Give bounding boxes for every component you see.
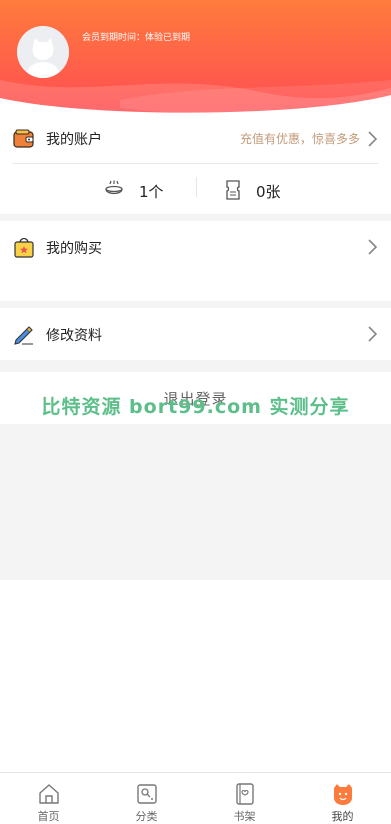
- tab-mine[interactable]: 我的: [294, 773, 391, 824]
- coin-bowl-icon: [105, 180, 123, 195]
- tickets-value: 0张: [256, 183, 281, 201]
- profile-cat-icon: [334, 784, 352, 805]
- my-account-row[interactable]: 我的账户 充值有优惠，惊喜多多: [0, 118, 391, 162]
- section-gap: [0, 301, 391, 308]
- member-expiry-text: 会员到期时间：体验已到期: [82, 33, 191, 43]
- my-account-label: 我的账户: [46, 132, 102, 148]
- shopping-bag-icon: [14, 237, 34, 258]
- bookshelf-icon: [236, 783, 254, 805]
- chevron-right-icon: [368, 326, 378, 342]
- tab-category[interactable]: 分类: [98, 773, 195, 824]
- home-icon: [39, 784, 59, 804]
- coins-value: 1个: [139, 183, 164, 201]
- assets-separator: [196, 177, 197, 197]
- tab-home-label: 首页: [37, 810, 60, 823]
- watermark-text: 比特资源 bort99.com 实测分享: [41, 396, 350, 418]
- tab-mine-label: 我的: [331, 810, 354, 823]
- profile-header: 会员到期时间：体验已到期: [0, 0, 391, 118]
- assets-summary: 1个 0张: [0, 164, 391, 214]
- recharge-promo-text: 充值有优惠，惊喜多多: [239, 132, 360, 146]
- my-purchases-label: 我的购买: [46, 241, 102, 257]
- chevron-right-icon: [368, 239, 378, 255]
- edit-profile-row[interactable]: 修改资料: [0, 308, 391, 360]
- category-icon: [137, 784, 157, 804]
- chevron-right-icon: [368, 131, 378, 147]
- tab-bookshelf-label: 书架: [233, 810, 256, 823]
- edit-pen-icon: [14, 326, 33, 345]
- tab-bookshelf[interactable]: 书架: [196, 773, 293, 824]
- tab-home[interactable]: 首页: [0, 773, 97, 824]
- default-avatar-icon: [17, 26, 69, 78]
- ticket-icon: [226, 180, 240, 200]
- bottom-tab-bar: 首页 分类 书架 我的: [0, 772, 391, 824]
- section-gap: [0, 214, 391, 221]
- section-gap: [0, 360, 391, 372]
- tickets-item[interactable]: 0张: [220, 164, 300, 214]
- edit-profile-label: 修改资料: [46, 328, 102, 344]
- my-purchases-row[interactable]: 我的购买: [0, 221, 391, 301]
- coins-item[interactable]: 1个: [100, 164, 180, 214]
- tab-category-label: 分类: [135, 810, 158, 823]
- empty-content-area: [0, 424, 391, 580]
- avatar[interactable]: [17, 26, 69, 78]
- wallet-icon: [13, 129, 34, 148]
